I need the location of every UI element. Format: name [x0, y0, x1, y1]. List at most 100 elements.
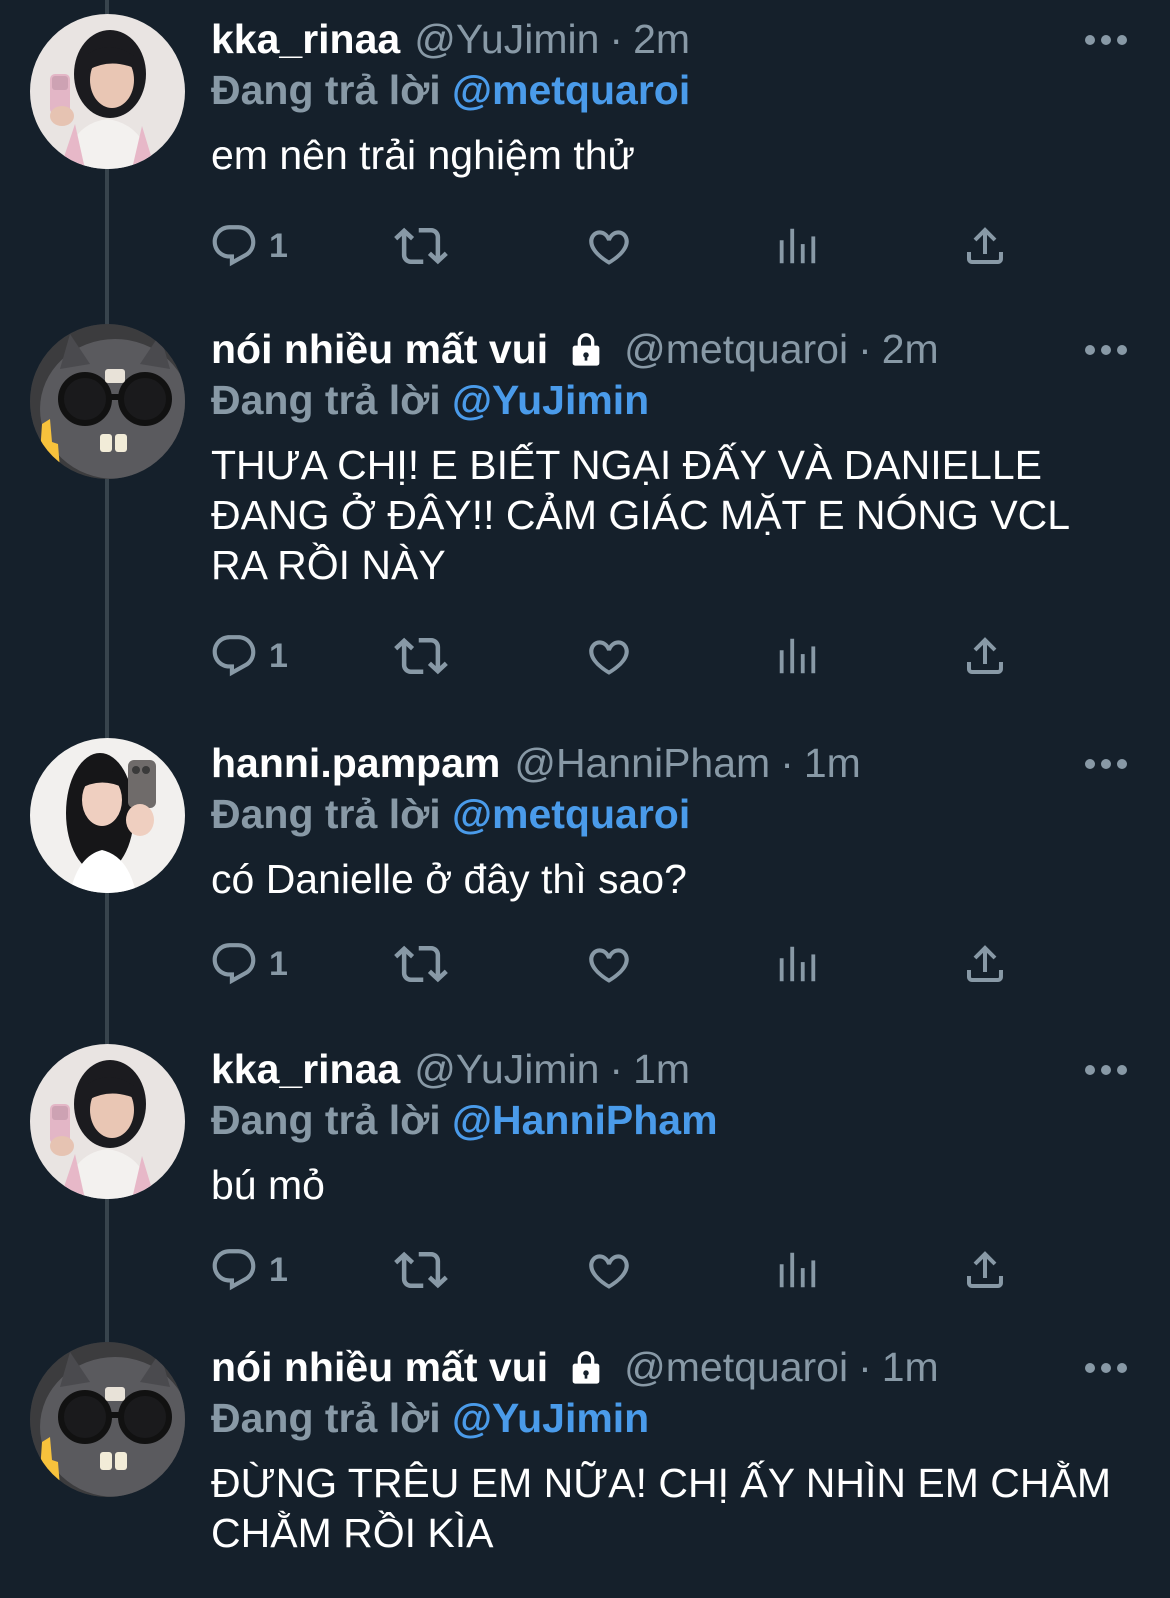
views-button[interactable]: [774, 1240, 820, 1300]
reply-count: 1: [269, 944, 288, 983]
views-button[interactable]: [774, 626, 820, 686]
tweet-header: nói nhiều mất vui @metquaroi · 1m: [211, 1342, 1130, 1392]
heart-icon: [589, 230, 629, 265]
retweet-icon: [394, 637, 448, 675]
tweet-text: em nên trải nghiệm thử: [211, 132, 635, 178]
retweet-icon: [394, 227, 448, 265]
user-handle[interactable]: @metquaroi: [624, 324, 848, 374]
analytics-icon: [779, 1252, 816, 1288]
lock-icon: [572, 333, 600, 366]
reply-count: 1: [269, 226, 288, 265]
girl-selfie-avatar-image: [30, 1044, 185, 1199]
replying-to-label: Đang trả lời: [211, 377, 441, 423]
more-icon[interactable]: [1082, 754, 1130, 774]
mention-link[interactable]: @HanniPham: [452, 1097, 718, 1143]
analytics-icon: [779, 638, 816, 674]
reply-icon: [212, 225, 256, 267]
replying-to: Đang trả lời @metquaroi: [211, 788, 1130, 840]
more-icon[interactable]: [1082, 30, 1130, 50]
user-handle[interactable]: @YuJimin: [414, 14, 599, 64]
replying-to: Đang trả lời @metquaroi: [211, 64, 1130, 116]
user-handle[interactable]: @YuJimin: [414, 1044, 599, 1094]
share-icon: [967, 1251, 1003, 1288]
more-icon[interactable]: [1082, 1358, 1130, 1378]
separator-dot: ·: [609, 1046, 624, 1092]
mention-link[interactable]: @YuJimin: [452, 377, 649, 423]
retweet-button[interactable]: [394, 626, 448, 686]
mention-link[interactable]: @YuJimin: [452, 1395, 649, 1441]
replying-to: Đang trả lời @YuJimin: [211, 1392, 1130, 1444]
user-handle[interactable]: @metquaroi: [624, 1342, 848, 1392]
avatar[interactable]: [30, 324, 185, 479]
girl-phone-avatar-image: [30, 738, 185, 893]
separator-dot: ·: [780, 740, 794, 786]
tweet-header: hanni.pampam @HanniPham · 1m: [211, 738, 1130, 788]
reply-button[interactable]: 1: [209, 934, 288, 994]
replying-to-label: Đang trả lời: [211, 1097, 441, 1143]
avatar[interactable]: [30, 1044, 185, 1199]
reply-icon: [212, 1249, 256, 1291]
mention-link[interactable]: @metquaroi: [452, 67, 690, 113]
replying-to-label: Đang trả lời: [211, 67, 441, 113]
tweet-header: kka_rinaa @YuJimin · 2m: [211, 14, 1130, 64]
analytics-icon: [779, 946, 816, 982]
avatar[interactable]: [30, 738, 185, 893]
views-button[interactable]: [774, 934, 820, 994]
share-button[interactable]: [961, 216, 1009, 276]
separator-dot: ·: [858, 1344, 872, 1390]
like-button[interactable]: [584, 216, 634, 276]
lock-icon: [572, 1351, 600, 1384]
share-button[interactable]: [961, 1240, 1009, 1300]
share-icon: [967, 945, 1003, 982]
timestamp[interactable]: 1m: [633, 1044, 690, 1094]
girl-selfie-avatar-image: [30, 14, 185, 169]
avatar[interactable]: [30, 1342, 185, 1497]
more-icon[interactable]: [1082, 340, 1130, 360]
retweet-button[interactable]: [394, 1240, 448, 1300]
display-name[interactable]: nói nhiều mất vui: [211, 1342, 548, 1392]
retweet-icon: [394, 1251, 448, 1289]
tweet-text: THƯA CHỊ! E BIẾT NGẠI ĐẤY VÀ DANIELLE ĐA…: [211, 442, 1069, 588]
retweet-icon: [394, 945, 448, 983]
share-button[interactable]: [961, 934, 1009, 994]
like-button[interactable]: [584, 626, 634, 686]
reply-button[interactable]: 1: [209, 626, 288, 686]
reply-button[interactable]: 1: [209, 1240, 288, 1300]
heart-icon: [589, 1254, 629, 1289]
separator-dot: ·: [858, 326, 872, 372]
user-handle[interactable]: @HanniPham: [514, 738, 770, 788]
more-icon[interactable]: [1082, 1060, 1130, 1080]
reply-count: 1: [269, 636, 288, 675]
display-name[interactable]: kka_rinaa: [211, 14, 400, 64]
share-button[interactable]: [961, 626, 1009, 686]
tweet-header: kka_rinaa @YuJimin · 1m: [211, 1044, 1130, 1094]
tweet-text: bú mỏ: [211, 1162, 325, 1208]
cat-glasses-avatar-image: [30, 1342, 185, 1497]
share-icon: [967, 637, 1003, 674]
reply-count: 1: [269, 1250, 288, 1289]
separator-dot: ·: [609, 16, 624, 62]
display-name[interactable]: hanni.pampam: [211, 738, 500, 788]
display-name[interactable]: nói nhiều mất vui: [211, 324, 548, 374]
timestamp[interactable]: 2m: [882, 324, 939, 374]
reply-button[interactable]: 1: [209, 216, 288, 276]
share-icon: [967, 227, 1003, 264]
display-name[interactable]: kka_rinaa: [211, 1044, 400, 1094]
timestamp[interactable]: 2m: [633, 14, 690, 64]
timestamp[interactable]: 1m: [804, 738, 861, 788]
analytics-icon: [779, 228, 816, 264]
tweet-actions: 1: [211, 216, 1091, 276]
mention-link[interactable]: @metquaroi: [452, 791, 690, 837]
timestamp[interactable]: 1m: [882, 1342, 939, 1392]
retweet-button[interactable]: [394, 934, 448, 994]
retweet-button[interactable]: [394, 216, 448, 276]
replying-to: Đang trả lời @YuJimin: [211, 374, 1130, 426]
tweet-text: ĐỪNG TRÊU EM NỮA! CHỊ ẤY NHÌN EM CHẰM CH…: [211, 1460, 1111, 1556]
tweet-header: nói nhiều mất vui @metquaroi · 2m: [211, 324, 1130, 374]
like-button[interactable]: [584, 1240, 634, 1300]
heart-icon: [589, 640, 629, 675]
views-button[interactable]: [774, 216, 820, 276]
replying-to-label: Đang trả lời: [211, 1395, 441, 1441]
avatar[interactable]: [30, 14, 185, 169]
like-button[interactable]: [584, 934, 634, 994]
